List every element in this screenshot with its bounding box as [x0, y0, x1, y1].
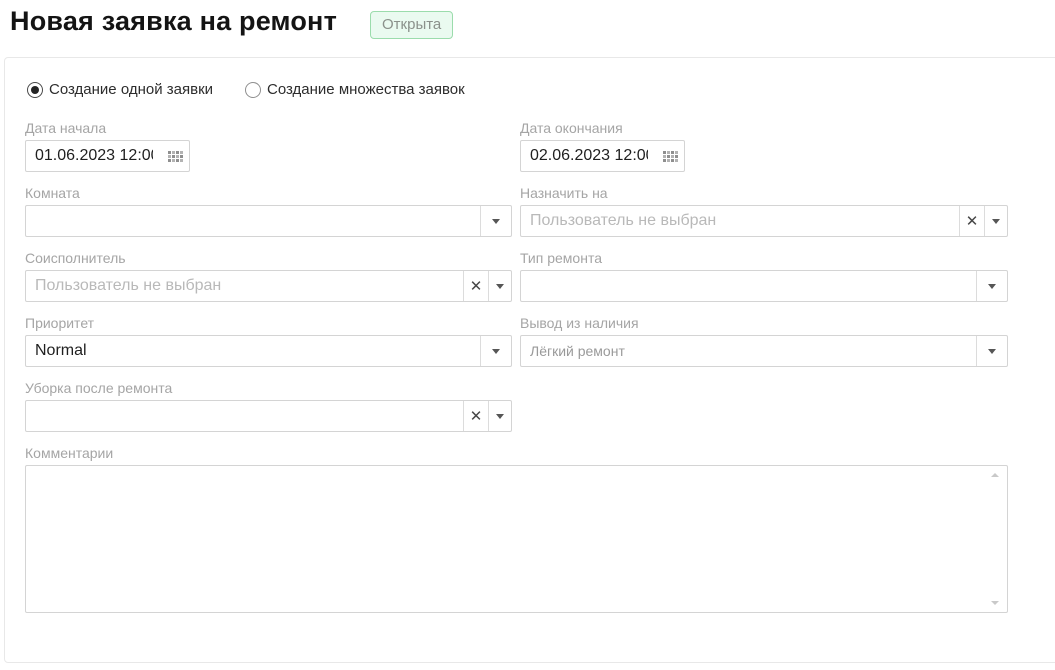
priority-dropdown-button[interactable]: [480, 336, 511, 366]
start-date-field: [25, 140, 190, 172]
page-title: Новая заявка на ремонт: [10, 6, 337, 36]
end-date-picker-button[interactable]: [657, 141, 684, 171]
close-icon: ✕: [469, 407, 483, 425]
cleaning-dropdown-button[interactable]: [488, 401, 511, 431]
room-field: [25, 205, 512, 237]
comments-textarea[interactable]: [25, 465, 1008, 613]
end-date-input[interactable]: [521, 141, 657, 171]
radio-multiple-requests-label[interactable]: Создание множества заявок: [267, 81, 465, 98]
chevron-down-icon: [992, 218, 1000, 224]
end-date-field: [520, 140, 685, 172]
scroll-down-icon[interactable]: [991, 601, 999, 605]
chevron-down-icon: [988, 283, 996, 289]
repair-type-field: [520, 270, 1008, 302]
radio-multiple-requests[interactable]: [245, 82, 261, 98]
repair-type-dropdown-button[interactable]: [976, 271, 1007, 301]
priority-label: Приоритет: [25, 315, 95, 331]
comments-field: [25, 465, 1008, 613]
assignee-field: ✕: [520, 205, 1008, 237]
end-date-label: Дата окончания: [520, 120, 623, 136]
withdrawal-input[interactable]: [521, 336, 976, 366]
chevron-down-icon: [496, 413, 504, 419]
cleaning-label: Уборка после ремонта: [25, 380, 173, 396]
status-badge: Открыта: [370, 11, 454, 39]
withdrawal-label: Вывод из наличия: [520, 315, 639, 331]
assignee-clear-button[interactable]: ✕: [959, 206, 984, 236]
co-executor-field: ✕: [25, 270, 512, 302]
assignee-dropdown-button[interactable]: [984, 206, 1007, 236]
repair-type-input[interactable]: [521, 271, 976, 301]
assignee-label: Назначить на: [520, 185, 608, 201]
room-dropdown-button[interactable]: [480, 206, 511, 236]
chevron-down-icon: [492, 348, 500, 354]
cleaning-clear-button[interactable]: ✕: [463, 401, 488, 431]
priority-input[interactable]: [26, 336, 480, 366]
grid-icon: [168, 150, 183, 162]
co-executor-input[interactable]: [26, 271, 463, 301]
chevron-down-icon: [492, 218, 500, 224]
radio-single-request[interactable]: [27, 82, 43, 98]
scroll-up-icon[interactable]: [991, 473, 999, 477]
room-input[interactable]: [26, 206, 480, 236]
repair-type-label: Тип ремонта: [520, 250, 602, 266]
withdrawal-field: [520, 335, 1008, 367]
start-date-label: Дата начала: [25, 120, 107, 136]
grid-icon: [663, 150, 678, 162]
start-date-picker-button[interactable]: [162, 141, 189, 171]
chevron-down-icon: [988, 348, 996, 354]
priority-field: [25, 335, 512, 367]
co-executor-dropdown-button[interactable]: [488, 271, 511, 301]
radio-single-request-label[interactable]: Создание одной заявки: [49, 81, 213, 98]
close-icon: ✕: [965, 212, 979, 230]
start-date-input[interactable]: [26, 141, 162, 171]
room-label: Комната: [25, 185, 80, 201]
chevron-down-icon: [496, 283, 504, 289]
close-icon: ✕: [469, 277, 483, 295]
withdrawal-dropdown-button[interactable]: [976, 336, 1007, 366]
cleaning-input[interactable]: [26, 401, 463, 431]
co-executor-label: Соисполнитель: [25, 250, 126, 266]
co-executor-clear-button[interactable]: ✕: [463, 271, 488, 301]
comments-label: Комментарии: [25, 445, 114, 461]
assignee-input[interactable]: [521, 206, 959, 236]
cleaning-field: ✕: [25, 400, 512, 432]
